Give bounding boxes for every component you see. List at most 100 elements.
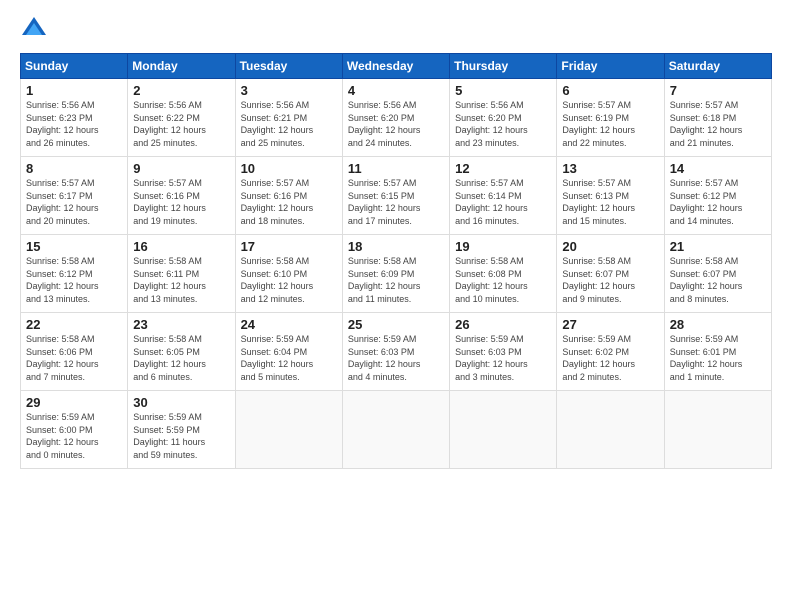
calendar-cell: 24Sunrise: 5:59 AM Sunset: 6:04 PM Dayli… (235, 313, 342, 391)
day-number: 30 (133, 395, 229, 410)
day-number: 5 (455, 83, 551, 98)
calendar-cell: 5Sunrise: 5:56 AM Sunset: 6:20 PM Daylig… (450, 79, 557, 157)
calendar-cell: 19Sunrise: 5:58 AM Sunset: 6:08 PM Dayli… (450, 235, 557, 313)
calendar-cell: 11Sunrise: 5:57 AM Sunset: 6:15 PM Dayli… (342, 157, 449, 235)
day-info: Sunrise: 5:59 AM Sunset: 6:02 PM Dayligh… (562, 333, 658, 383)
day-info: Sunrise: 5:57 AM Sunset: 6:14 PM Dayligh… (455, 177, 551, 227)
day-number: 9 (133, 161, 229, 176)
calendar-cell (235, 391, 342, 469)
day-number: 29 (26, 395, 122, 410)
day-number: 19 (455, 239, 551, 254)
day-header-friday: Friday (557, 54, 664, 79)
calendar-cell: 25Sunrise: 5:59 AM Sunset: 6:03 PM Dayli… (342, 313, 449, 391)
calendar-week-4: 22Sunrise: 5:58 AM Sunset: 6:06 PM Dayli… (21, 313, 772, 391)
calendar-cell: 9Sunrise: 5:57 AM Sunset: 6:16 PM Daylig… (128, 157, 235, 235)
day-number: 24 (241, 317, 337, 332)
day-info: Sunrise: 5:59 AM Sunset: 6:03 PM Dayligh… (348, 333, 444, 383)
day-number: 7 (670, 83, 766, 98)
calendar-cell: 16Sunrise: 5:58 AM Sunset: 6:11 PM Dayli… (128, 235, 235, 313)
day-info: Sunrise: 5:58 AM Sunset: 6:12 PM Dayligh… (26, 255, 122, 305)
day-number: 3 (241, 83, 337, 98)
day-number: 17 (241, 239, 337, 254)
calendar-cell: 3Sunrise: 5:56 AM Sunset: 6:21 PM Daylig… (235, 79, 342, 157)
day-info: Sunrise: 5:57 AM Sunset: 6:15 PM Dayligh… (348, 177, 444, 227)
day-header-tuesday: Tuesday (235, 54, 342, 79)
calendar-cell (450, 391, 557, 469)
calendar-cell: 2Sunrise: 5:56 AM Sunset: 6:22 PM Daylig… (128, 79, 235, 157)
day-header-wednesday: Wednesday (342, 54, 449, 79)
day-header-thursday: Thursday (450, 54, 557, 79)
day-number: 13 (562, 161, 658, 176)
calendar-cell: 8Sunrise: 5:57 AM Sunset: 6:17 PM Daylig… (21, 157, 128, 235)
calendar-cell: 12Sunrise: 5:57 AM Sunset: 6:14 PM Dayli… (450, 157, 557, 235)
day-info: Sunrise: 5:58 AM Sunset: 6:07 PM Dayligh… (670, 255, 766, 305)
calendar-cell: 13Sunrise: 5:57 AM Sunset: 6:13 PM Dayli… (557, 157, 664, 235)
calendar-table: SundayMondayTuesdayWednesdayThursdayFrid… (20, 53, 772, 469)
day-info: Sunrise: 5:56 AM Sunset: 6:20 PM Dayligh… (348, 99, 444, 149)
day-number: 20 (562, 239, 658, 254)
day-info: Sunrise: 5:57 AM Sunset: 6:13 PM Dayligh… (562, 177, 658, 227)
calendar-cell: 29Sunrise: 5:59 AM Sunset: 6:00 PM Dayli… (21, 391, 128, 469)
calendar-cell: 30Sunrise: 5:59 AM Sunset: 5:59 PM Dayli… (128, 391, 235, 469)
day-number: 8 (26, 161, 122, 176)
day-number: 12 (455, 161, 551, 176)
day-header-saturday: Saturday (664, 54, 771, 79)
day-info: Sunrise: 5:59 AM Sunset: 6:04 PM Dayligh… (241, 333, 337, 383)
logo (20, 15, 50, 43)
day-info: Sunrise: 5:58 AM Sunset: 6:11 PM Dayligh… (133, 255, 229, 305)
day-number: 22 (26, 317, 122, 332)
calendar-week-1: 1Sunrise: 5:56 AM Sunset: 6:23 PM Daylig… (21, 79, 772, 157)
calendar-cell: 18Sunrise: 5:58 AM Sunset: 6:09 PM Dayli… (342, 235, 449, 313)
calendar-cell: 21Sunrise: 5:58 AM Sunset: 6:07 PM Dayli… (664, 235, 771, 313)
calendar-cell: 26Sunrise: 5:59 AM Sunset: 6:03 PM Dayli… (450, 313, 557, 391)
page: SundayMondayTuesdayWednesdayThursdayFrid… (0, 0, 792, 612)
day-number: 2 (133, 83, 229, 98)
day-info: Sunrise: 5:58 AM Sunset: 6:06 PM Dayligh… (26, 333, 122, 383)
day-info: Sunrise: 5:59 AM Sunset: 5:59 PM Dayligh… (133, 411, 229, 461)
calendar-cell: 20Sunrise: 5:58 AM Sunset: 6:07 PM Dayli… (557, 235, 664, 313)
day-number: 4 (348, 83, 444, 98)
calendar-body: 1Sunrise: 5:56 AM Sunset: 6:23 PM Daylig… (21, 79, 772, 469)
day-info: Sunrise: 5:59 AM Sunset: 6:01 PM Dayligh… (670, 333, 766, 383)
day-info: Sunrise: 5:57 AM Sunset: 6:12 PM Dayligh… (670, 177, 766, 227)
calendar-cell: 10Sunrise: 5:57 AM Sunset: 6:16 PM Dayli… (235, 157, 342, 235)
day-info: Sunrise: 5:58 AM Sunset: 6:07 PM Dayligh… (562, 255, 658, 305)
header (20, 15, 772, 43)
day-header-sunday: Sunday (21, 54, 128, 79)
day-info: Sunrise: 5:59 AM Sunset: 6:00 PM Dayligh… (26, 411, 122, 461)
day-number: 28 (670, 317, 766, 332)
calendar-cell (664, 391, 771, 469)
day-number: 10 (241, 161, 337, 176)
day-info: Sunrise: 5:57 AM Sunset: 6:17 PM Dayligh… (26, 177, 122, 227)
day-number: 15 (26, 239, 122, 254)
calendar-week-5: 29Sunrise: 5:59 AM Sunset: 6:00 PM Dayli… (21, 391, 772, 469)
day-info: Sunrise: 5:58 AM Sunset: 6:09 PM Dayligh… (348, 255, 444, 305)
calendar-header-row: SundayMondayTuesdayWednesdayThursdayFrid… (21, 54, 772, 79)
calendar-cell: 28Sunrise: 5:59 AM Sunset: 6:01 PM Dayli… (664, 313, 771, 391)
day-number: 1 (26, 83, 122, 98)
day-number: 23 (133, 317, 229, 332)
logo-icon (20, 15, 48, 43)
day-number: 26 (455, 317, 551, 332)
day-info: Sunrise: 5:57 AM Sunset: 6:18 PM Dayligh… (670, 99, 766, 149)
calendar-cell: 6Sunrise: 5:57 AM Sunset: 6:19 PM Daylig… (557, 79, 664, 157)
calendar-cell: 4Sunrise: 5:56 AM Sunset: 6:20 PM Daylig… (342, 79, 449, 157)
day-number: 21 (670, 239, 766, 254)
calendar-cell: 15Sunrise: 5:58 AM Sunset: 6:12 PM Dayli… (21, 235, 128, 313)
calendar-cell: 17Sunrise: 5:58 AM Sunset: 6:10 PM Dayli… (235, 235, 342, 313)
day-info: Sunrise: 5:57 AM Sunset: 6:19 PM Dayligh… (562, 99, 658, 149)
day-info: Sunrise: 5:59 AM Sunset: 6:03 PM Dayligh… (455, 333, 551, 383)
day-number: 6 (562, 83, 658, 98)
calendar-cell (557, 391, 664, 469)
calendar-week-3: 15Sunrise: 5:58 AM Sunset: 6:12 PM Dayli… (21, 235, 772, 313)
calendar-cell: 7Sunrise: 5:57 AM Sunset: 6:18 PM Daylig… (664, 79, 771, 157)
day-info: Sunrise: 5:56 AM Sunset: 6:22 PM Dayligh… (133, 99, 229, 149)
day-info: Sunrise: 5:56 AM Sunset: 6:20 PM Dayligh… (455, 99, 551, 149)
day-info: Sunrise: 5:56 AM Sunset: 6:23 PM Dayligh… (26, 99, 122, 149)
calendar-week-2: 8Sunrise: 5:57 AM Sunset: 6:17 PM Daylig… (21, 157, 772, 235)
day-number: 16 (133, 239, 229, 254)
calendar-cell: 27Sunrise: 5:59 AM Sunset: 6:02 PM Dayli… (557, 313, 664, 391)
day-info: Sunrise: 5:58 AM Sunset: 6:05 PM Dayligh… (133, 333, 229, 383)
calendar-cell: 14Sunrise: 5:57 AM Sunset: 6:12 PM Dayli… (664, 157, 771, 235)
day-number: 18 (348, 239, 444, 254)
